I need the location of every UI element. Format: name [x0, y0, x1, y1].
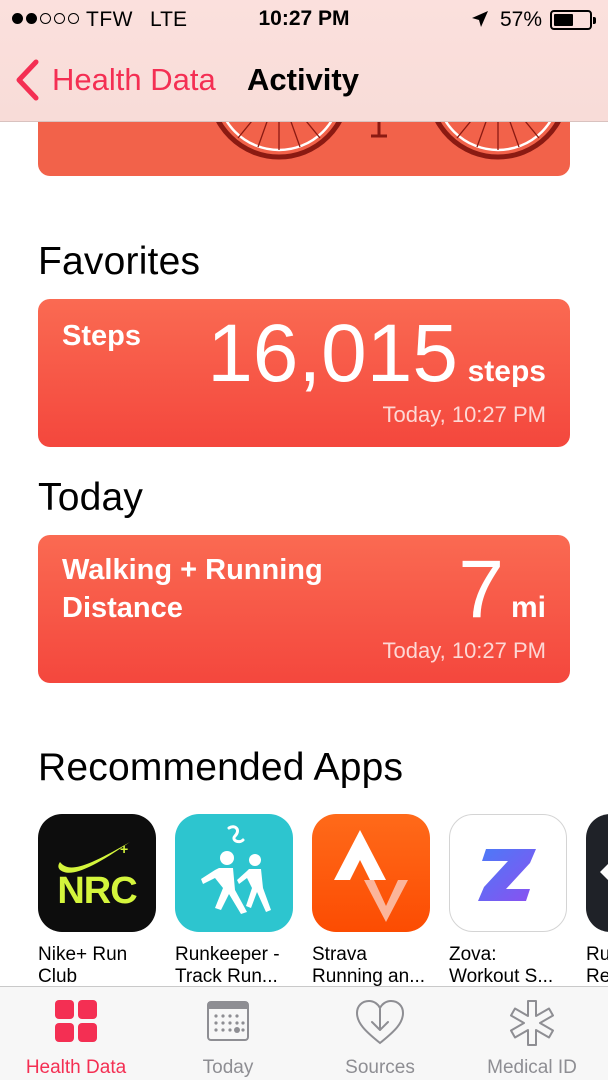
calendar-icon	[207, 1001, 249, 1041]
distance-label-line1: Walking + Running	[62, 554, 323, 586]
app-partial[interactable]: Ru Re	[586, 814, 608, 988]
app-name: Ru	[586, 944, 608, 965]
app-zova[interactable]: Zova: Workout S...	[449, 814, 569, 988]
tab-today[interactable]: Today	[152, 987, 304, 1080]
sources-heart-icon	[355, 999, 405, 1045]
app-name: Zova:	[449, 944, 497, 965]
app-name: Runkeeper -	[175, 944, 280, 965]
tab-health-data[interactable]: Health Data	[0, 987, 152, 1080]
nrc-icon-text: NRC	[57, 870, 137, 912]
health-data-grid-icon	[55, 1000, 97, 1042]
strava-chevrons-icon	[334, 830, 408, 922]
tab-label: Today	[202, 1057, 254, 1078]
walking-running-distance-card[interactable]: Walking + Running Distance 7 mi Today, 1…	[38, 535, 570, 683]
distance-value: 7	[458, 544, 504, 635]
tab-sources[interactable]: Sources	[304, 987, 456, 1080]
tab-bar: Health Data Today Sources Medical ID	[0, 986, 608, 1080]
location-arrow-icon	[472, 11, 488, 27]
tab-label: Medical ID	[487, 1057, 577, 1078]
app-nike-run-club[interactable]: + NRC Nike+ Run Club	[38, 814, 158, 988]
app-subtitle: Running an...	[312, 966, 426, 987]
app-strava[interactable]: Strava Running an...	[312, 814, 432, 988]
recommended-apps-heading: Recommended Apps	[38, 746, 404, 789]
partial-app-icon[interactable]	[586, 814, 608, 932]
app-name: Nike+ Run	[38, 944, 128, 965]
nike-run-club-app-icon[interactable]: + NRC	[38, 814, 156, 932]
medical-star-icon	[510, 1000, 554, 1046]
distance-timestamp: Today, 10:27 PM	[382, 638, 546, 663]
steps-card[interactable]: Steps 16,015 steps Today, 10:27 PM	[38, 299, 570, 447]
tab-label: Sources	[345, 1057, 415, 1078]
app-subtitle: Workout S...	[449, 966, 554, 987]
steps-value: 16,015	[207, 308, 458, 399]
back-chevron-icon[interactable]	[14, 59, 40, 101]
header: TFW LTE 10:27 PM 57% Health Data Activit…	[0, 0, 608, 122]
strava-app-icon[interactable]	[312, 814, 430, 932]
steps-timestamp: Today, 10:27 PM	[382, 402, 546, 427]
steps-label: Steps	[62, 320, 141, 352]
zova-app-icon[interactable]	[449, 814, 567, 932]
status-bar: TFW LTE 10:27 PM 57%	[0, 0, 608, 40]
today-heading: Today	[38, 476, 144, 519]
distance-label-line2: Distance	[62, 592, 183, 624]
page-title: Activity	[247, 62, 359, 97]
app-name: Strava	[312, 944, 367, 965]
app-subtitle: Re	[586, 966, 608, 987]
runners-icon	[201, 825, 271, 914]
zova-z-icon	[478, 849, 536, 901]
app-subtitle: Club	[38, 966, 78, 987]
svg-text:+: +	[120, 841, 128, 857]
app-runkeeper[interactable]: Runkeeper - Track Run...	[175, 814, 295, 988]
back-button[interactable]: Health Data	[52, 62, 216, 98]
tab-medical-id[interactable]: Medical ID	[456, 987, 608, 1080]
runkeeper-app-icon[interactable]	[175, 814, 293, 932]
distance-unit: mi	[510, 591, 546, 624]
battery-percentage: 57%	[500, 8, 543, 31]
battery-icon	[550, 10, 596, 30]
tab-label: Health Data	[25, 1057, 127, 1078]
app-subtitle: Track Run...	[175, 966, 278, 987]
steps-unit: steps	[467, 355, 546, 388]
favorites-heading: Favorites	[38, 240, 201, 283]
navigation-bar: Health Data Activity	[0, 40, 608, 122]
